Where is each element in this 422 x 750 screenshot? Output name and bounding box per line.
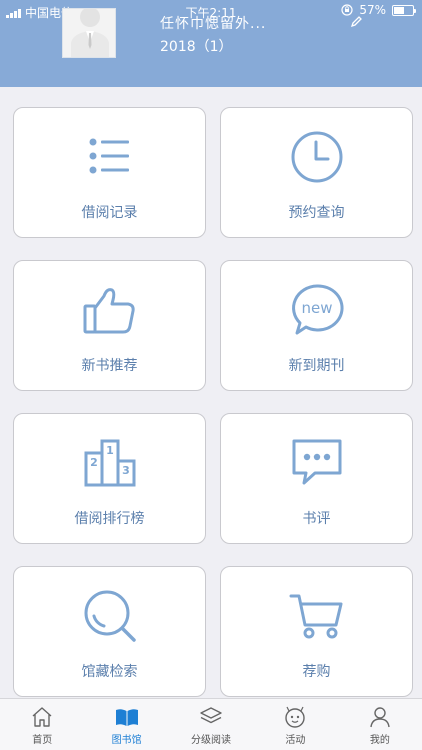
battery-icon xyxy=(392,4,416,16)
podium-icon: 1 2 3 xyxy=(84,439,135,487)
podium-rank-1: 1 xyxy=(106,444,114,457)
clock-icon xyxy=(291,131,342,183)
list-icon xyxy=(89,138,129,174)
edit-icon[interactable] xyxy=(350,16,362,28)
avatar[interactable] xyxy=(62,8,116,58)
tile-label: 新到期刊 xyxy=(288,358,345,374)
battery-percent: 57% xyxy=(359,3,386,17)
tile-reservation-query[interactable]: 预约查询 xyxy=(220,107,413,238)
new-bubble-icon: new xyxy=(291,284,343,335)
tab-bar: 首页 图书馆 分级阅读 活动 我的 xyxy=(0,698,422,750)
tile-new-books[interactable]: 新书推荐 xyxy=(13,260,206,391)
cart-icon xyxy=(289,594,342,639)
comment-icon xyxy=(292,439,341,485)
tab-graded-reading[interactable]: 分级阅读 xyxy=(169,699,253,750)
person-icon xyxy=(370,707,390,728)
tile-borrow-records[interactable]: 借阅记录 xyxy=(13,107,206,238)
layers-icon xyxy=(200,707,222,724)
status-right: 57% xyxy=(341,3,416,17)
header-banner: 中国电信 下午2:11 57% 任怀巾愢留外... 2018（1） xyxy=(0,0,422,87)
tab-label: 首页 xyxy=(32,735,53,746)
tile-label: 书评 xyxy=(302,511,331,527)
tile-label: 借阅记录 xyxy=(81,205,138,221)
tab-label: 活动 xyxy=(285,735,306,746)
home-icon xyxy=(32,707,52,727)
tile-new-periodicals[interactable]: new 新到期刊 xyxy=(220,260,413,391)
tab-home[interactable]: 首页 xyxy=(0,699,84,750)
tab-label: 分级阅读 xyxy=(191,735,232,746)
tile-label: 预约查询 xyxy=(288,205,345,221)
tab-mine[interactable]: 我的 xyxy=(338,699,422,750)
function-grid: 借阅记录 预约查询 新书推荐 new 新到期刊 1 2 3 借阅排行榜 书评 馆… xyxy=(0,87,422,698)
tile-label: 借阅排行榜 xyxy=(74,511,145,527)
tile-label: 馆藏检索 xyxy=(81,664,138,680)
tile-book-reviews[interactable]: 书评 xyxy=(220,413,413,544)
user-name: 任怀巾愢留外... xyxy=(160,16,267,32)
podium-rank-2: 2 xyxy=(90,456,98,469)
tab-label: 图书馆 xyxy=(111,735,142,746)
rotation-lock-icon xyxy=(341,4,353,16)
new-badge-text: new xyxy=(301,299,332,317)
tab-activities[interactable]: 活动 xyxy=(253,699,337,750)
tab-label: 我的 xyxy=(369,735,390,746)
user-class: 2018（1） xyxy=(160,39,233,55)
search-icon xyxy=(84,590,136,642)
tile-label: 荐购 xyxy=(302,664,331,680)
thumbs-up-icon xyxy=(83,288,135,334)
tile-collection-search[interactable]: 馆藏检索 xyxy=(13,566,206,697)
book-icon xyxy=(115,709,138,726)
tab-library[interactable]: 图书馆 xyxy=(84,699,168,750)
tile-borrow-ranking[interactable]: 1 2 3 借阅排行榜 xyxy=(13,413,206,544)
tile-purchase-recommendation[interactable]: 荐购 xyxy=(220,566,413,697)
tile-label: 新书推荐 xyxy=(81,358,138,374)
avatar-person-icon xyxy=(63,9,115,57)
activity-icon xyxy=(285,706,306,728)
podium-rank-3: 3 xyxy=(122,464,130,477)
